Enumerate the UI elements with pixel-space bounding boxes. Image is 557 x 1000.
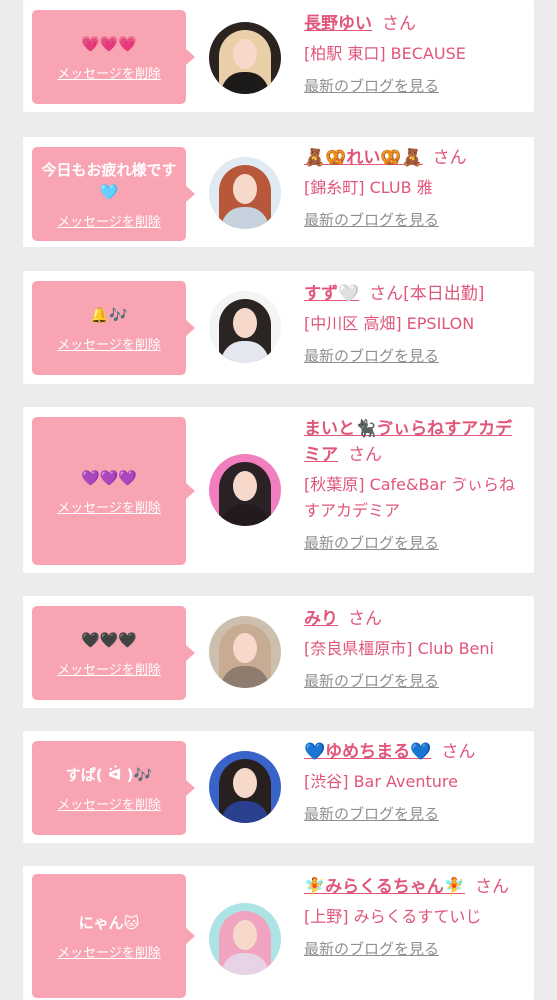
message-card: 💜💜💜 メッセージを削除 まいと🐈‍⬛ゔぃらねすアカデミア さん [秋葉原] Ca… <box>23 407 534 573</box>
shop-info: [錦糸町] CLUB 雅 <box>304 178 433 197</box>
latest-blog-link[interactable]: 最新のブログを見る <box>304 803 439 825</box>
message-bubble: 今日もお疲れ様です🩵 メッセージを削除 <box>32 147 195 241</box>
message-card: 今日もお疲れ様です🩵 メッセージを削除 🧸🥨れい🥨🧸 さん [錦糸町] CLUB … <box>23 137 534 247</box>
message-card: 🖤🖤🖤 メッセージを削除 みり さん [奈良県橿原市] Club Beni 最新の… <box>23 596 534 708</box>
avatar[interactable] <box>209 454 281 526</box>
honorific: さん <box>348 445 382 465</box>
message-text: にゃん🐱 <box>78 913 140 932</box>
delete-message-link[interactable]: メッセージを削除 <box>57 334 161 353</box>
delete-message-link[interactable]: メッセージを削除 <box>57 211 161 230</box>
message-card: すぱ( ᐛ )🎶 メッセージを削除 💙ゆめちまる💙 さん [渋谷] Bar Ave… <box>23 731 534 843</box>
cast-name-link[interactable]: 🧚みらくるちゃん🧚 <box>304 877 465 897</box>
delete-message-link[interactable]: メッセージを削除 <box>57 659 161 678</box>
card-info: すず🤍 さん[本日出勤] [中川区 高畑] EPSILON 最新のブログを見る <box>304 281 526 367</box>
card-info: 🧚みらくるちゃん🧚 さん [上野] みらくるすていじ 最新のブログを見る <box>304 874 526 960</box>
honorific: さん <box>348 609 382 629</box>
message-bubble: 🖤🖤🖤 メッセージを削除 <box>32 606 195 700</box>
card-info: みり さん [奈良県橿原市] Club Beni 最新のブログを見る <box>304 606 526 692</box>
attendance-status: [本日出勤] <box>403 284 485 304</box>
delete-message-link[interactable]: メッセージを削除 <box>57 63 161 82</box>
shop-info: [柏駅 東口] BECAUSE <box>304 44 466 63</box>
delete-message-link[interactable]: メッセージを削除 <box>57 497 161 516</box>
card-info: 🧸🥨れい🥨🧸 さん [錦糸町] CLUB 雅 最新のブログを見る <box>304 145 526 231</box>
message-bubble: すぱ( ᐛ )🎶 メッセージを削除 <box>32 741 195 835</box>
card-info: 長野ゆい さん [柏駅 東口] BECAUSE 最新のブログを見る <box>304 11 526 97</box>
message-text: 💜💜💜 <box>80 468 138 487</box>
shop-info: [中川区 高畑] EPSILON <box>304 314 475 333</box>
delete-message-link[interactable]: メッセージを削除 <box>57 942 161 961</box>
shop-info: [奈良県橿原市] Club Beni <box>304 639 494 658</box>
latest-blog-link[interactable]: 最新のブログを見る <box>304 345 439 367</box>
latest-blog-link[interactable]: 最新のブログを見る <box>304 670 439 692</box>
honorific: さん <box>369 284 404 304</box>
avatar[interactable] <box>209 22 281 94</box>
message-text: 💗💗💗 <box>80 34 138 53</box>
honorific: さん <box>382 14 416 34</box>
cast-name-link[interactable]: まいと🐈‍⬛ゔぃらねすアカデミア <box>304 419 512 465</box>
avatar[interactable] <box>209 616 281 688</box>
cast-name-link[interactable]: 💙ゆめちまる💙 <box>304 742 431 762</box>
card-info: まいと🐈‍⬛ゔぃらねすアカデミア さん [秋葉原] Cafe&Bar ゔぃらねすア… <box>304 416 526 554</box>
honorific: さん <box>475 877 509 897</box>
honorific: さん <box>432 148 467 168</box>
message-bubble: 🔔🎶 メッセージを削除 <box>32 281 195 375</box>
message-text: 🖤🖤🖤 <box>80 630 138 649</box>
latest-blog-link[interactable]: 最新のブログを見る <box>304 75 439 97</box>
message-card: にゃん🐱 メッセージを削除 🧚みらくるちゃん🧚 さん [上野] みらくるすていじ … <box>23 866 534 1000</box>
cast-name-link[interactable]: すず🤍 <box>304 284 359 304</box>
cast-name-link[interactable]: 🧸🥨れい🥨🧸 <box>304 148 423 168</box>
message-bubble: 💗💗💗 メッセージを削除 <box>32 10 195 104</box>
avatar[interactable] <box>209 751 281 823</box>
honorific: さん <box>441 742 476 762</box>
shop-info: [上野] みらくるすていじ <box>304 907 482 926</box>
message-card: 💗💗💗 メッセージを削除 長野ゆい さん [柏駅 東口] BECAUSE 最新のブ… <box>23 0 534 112</box>
message-text: すぱ( ᐛ )🎶 <box>65 765 153 784</box>
latest-blog-link[interactable]: 最新のブログを見る <box>304 209 439 231</box>
avatar[interactable] <box>209 903 281 975</box>
delete-message-link[interactable]: メッセージを削除 <box>57 794 161 813</box>
message-bubble: にゃん🐱 メッセージを削除 <box>32 874 195 998</box>
cast-name-link[interactable]: 長野ゆい <box>304 14 372 34</box>
message-card: 🔔🎶 メッセージを削除 すず🤍 さん[本日出勤] [中川区 高畑] EPSILON… <box>23 271 534 384</box>
avatar[interactable] <box>209 291 281 363</box>
latest-blog-link[interactable]: 最新のブログを見る <box>304 532 439 554</box>
card-info: 💙ゆめちまる💙 さん [渋谷] Bar Aventure 最新のブログを見る <box>304 739 526 825</box>
latest-blog-link[interactable]: 最新のブログを見る <box>304 938 439 960</box>
message-text: 今日もお疲れ様です🩵 <box>41 160 177 201</box>
avatar[interactable] <box>209 157 281 229</box>
shop-info: [渋谷] Bar Aventure <box>304 772 458 791</box>
shop-info: [秋葉原] Cafe&Bar ゔぃらねすアカデミア <box>304 475 515 520</box>
cast-name-link[interactable]: みり <box>304 609 338 629</box>
message-text: 🔔🎶 <box>90 305 128 324</box>
message-bubble: 💜💜💜 メッセージを削除 <box>32 417 195 565</box>
